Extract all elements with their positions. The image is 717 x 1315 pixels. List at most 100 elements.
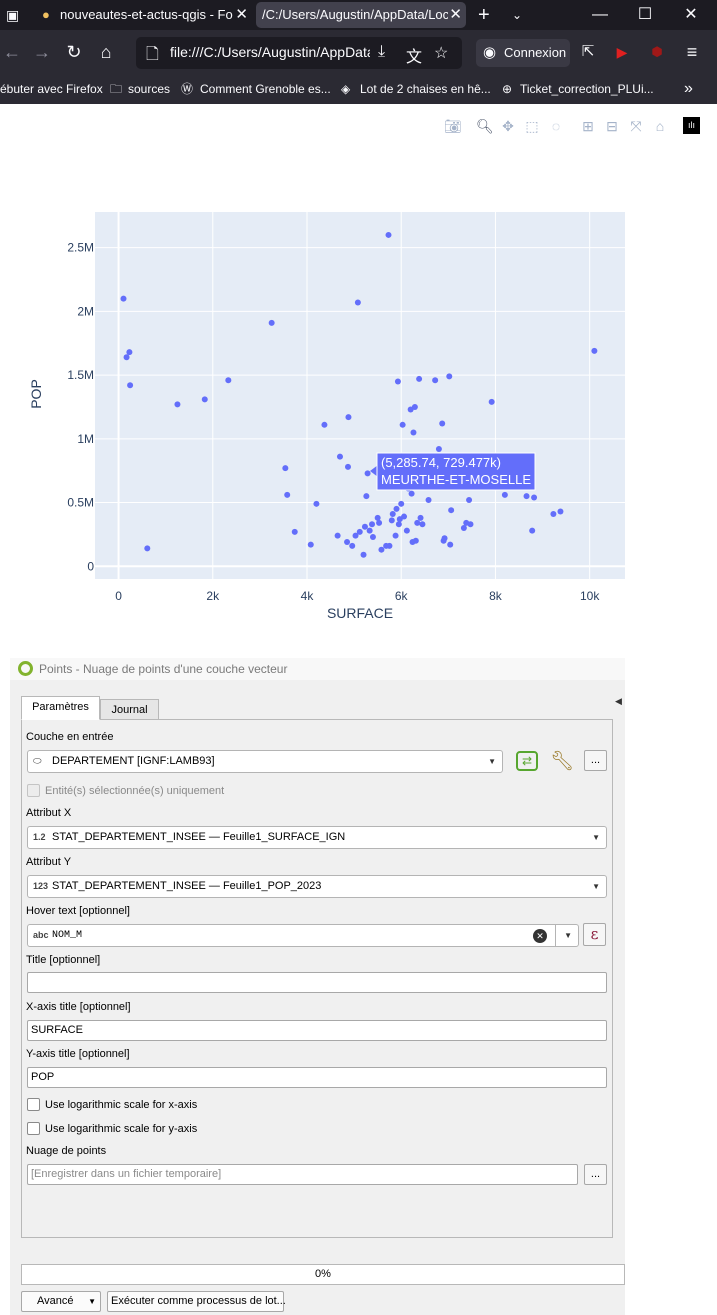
x-axis-title-input[interactable]: SURFACE [27,1020,607,1041]
log-x-checkbox[interactable] [27,1098,40,1111]
data-point[interactable] [432,377,439,384]
data-point[interactable] [313,500,320,507]
data-point[interactable] [557,508,564,515]
new-tab-button[interactable]: + [478,0,498,30]
translate-icon[interactable]: 文 [406,43,422,67]
data-point[interactable] [435,446,442,453]
data-point[interactable] [356,528,363,535]
bookmark-item[interactable]: ébuter avec Firefox [0,74,103,104]
data-point[interactable] [120,295,127,302]
menu-icon[interactable]: ≡ [682,42,702,62]
data-point[interactable] [408,490,415,497]
data-point[interactable] [414,519,421,526]
data-point[interactable] [529,527,536,534]
data-point[interactable] [531,494,538,501]
data-point[interactable] [345,414,352,421]
data-point[interactable] [419,521,426,528]
run-batch-button[interactable]: Exécuter comme processus de lot... [107,1291,286,1312]
tab-qgis-news[interactable]: ● nouveautes-et-actus-qgis - Fo ✕ [38,0,252,30]
wrench-icon[interactable]: 🔧︎ [550,749,574,773]
data-point[interactable] [417,514,424,521]
data-point[interactable] [144,545,151,552]
data-point[interactable] [388,517,395,524]
data-point[interactable] [225,377,232,384]
data-point[interactable] [398,500,405,507]
iterate-icon[interactable]: ⇄ [516,751,538,771]
data-point[interactable] [321,421,328,428]
data-point[interactable] [386,542,393,549]
bookmark-item[interactable]: sources [128,74,170,104]
youtube-icon[interactable]: ▶ [612,42,632,62]
data-point[interactable] [466,496,473,503]
reload-icon[interactable]: ↻ [64,42,84,62]
data-point[interactable] [174,401,181,408]
bookmarks-overflow-icon[interactable]: » [684,74,693,104]
y-axis-title-input[interactable]: POP [27,1067,607,1088]
data-point[interactable] [410,429,417,436]
data-point[interactable] [488,398,495,405]
data-point[interactable] [392,532,399,539]
url-bar[interactable]: 🗋 file:///C:/Users/Augustin/AppData/ ⤓ 文… [136,37,462,69]
data-point[interactable] [385,231,392,238]
home-icon[interactable]: ⌂ [96,42,116,62]
forward-icon[interactable]: → [32,42,52,62]
input-layer-combo[interactable]: ⬭ DEPARTEMENT [IGNF:LAMB93] ▼ [27,750,503,773]
data-point[interactable] [393,505,400,512]
data-point[interactable] [349,542,356,549]
data-point[interactable] [344,539,351,546]
data-point[interactable] [268,319,275,326]
bookmark-item[interactable]: Lot de 2 chaises en hê... [360,74,491,104]
data-point[interactable] [395,521,402,528]
collapse-arrow-icon[interactable]: ◀ [615,696,622,707]
chevron-down-icon[interactable]: ⌄ [512,0,530,30]
data-point[interactable] [412,537,419,544]
log-y-checkbox[interactable] [27,1122,40,1135]
title-input[interactable] [27,972,607,993]
data-point[interactable] [425,496,432,503]
data-point[interactable] [282,465,289,472]
data-point[interactable] [123,354,130,361]
data-point[interactable] [361,523,368,530]
attr-x-combo[interactable]: 1.2 STAT_DEPARTEMENT_INSEE — Feuille1_SU… [27,826,607,849]
data-point[interactable] [201,396,208,403]
data-point[interactable] [360,551,367,558]
data-point[interactable] [550,511,557,518]
data-point[interactable] [363,493,370,500]
data-point[interactable] [439,420,446,427]
tab-list-button[interactable]: ▣ [4,0,30,30]
expression-button[interactable]: ε [583,923,606,946]
data-point[interactable] [591,347,598,354]
close-icon[interactable]: ✕ [449,2,462,28]
window-close-icon[interactable]: ✕ [668,0,714,30]
data-point[interactable] [307,541,314,548]
tab-parametres[interactable]: Paramètres [21,696,100,720]
data-point[interactable] [366,527,373,534]
data-point[interactable] [284,491,291,498]
bookmark-star-icon[interactable]: ☆ [434,43,448,63]
data-point[interactable] [126,349,133,356]
data-point[interactable] [403,527,410,534]
scatter-chart[interactable]: 0 2k 4k 6k 8k 10k 0 0.5M 1M 1.5M 2M 2.5M SURFACE P… [0,104,717,664]
minimize-icon[interactable]: — [577,0,623,30]
output-browse-button[interactable]: ... [584,1164,607,1185]
data-point[interactable] [336,453,343,460]
clear-icon[interactable]: ✕ [533,929,547,943]
download-icon[interactable]: ⤓ [378,43,385,61]
url-text[interactable]: file:///C:/Users/Augustin/AppData/ [170,44,370,60]
attr-y-combo[interactable]: 123 STAT_DEPARTEMENT_INSEE — Feuille1_PO… [27,875,607,898]
tab-journal[interactable]: Journal [100,699,159,720]
data-point[interactable] [416,375,423,382]
selected-only-checkbox[interactable] [27,784,40,797]
data-point[interactable] [291,528,298,535]
data-point[interactable] [127,382,134,389]
back-icon[interactable]: ← [2,42,22,62]
data-point[interactable] [369,521,376,528]
data-point[interactable] [523,493,530,500]
data-point[interactable] [374,514,381,521]
data-point[interactable] [401,513,408,520]
dropdown-arrow-icon[interactable]: ▼ [564,925,572,946]
data-point[interactable] [389,511,396,518]
data-point[interactable] [369,533,376,540]
hover-text-combo[interactable]: abc NOM_M ✕ ▼ [27,924,579,947]
data-point[interactable] [460,525,467,532]
